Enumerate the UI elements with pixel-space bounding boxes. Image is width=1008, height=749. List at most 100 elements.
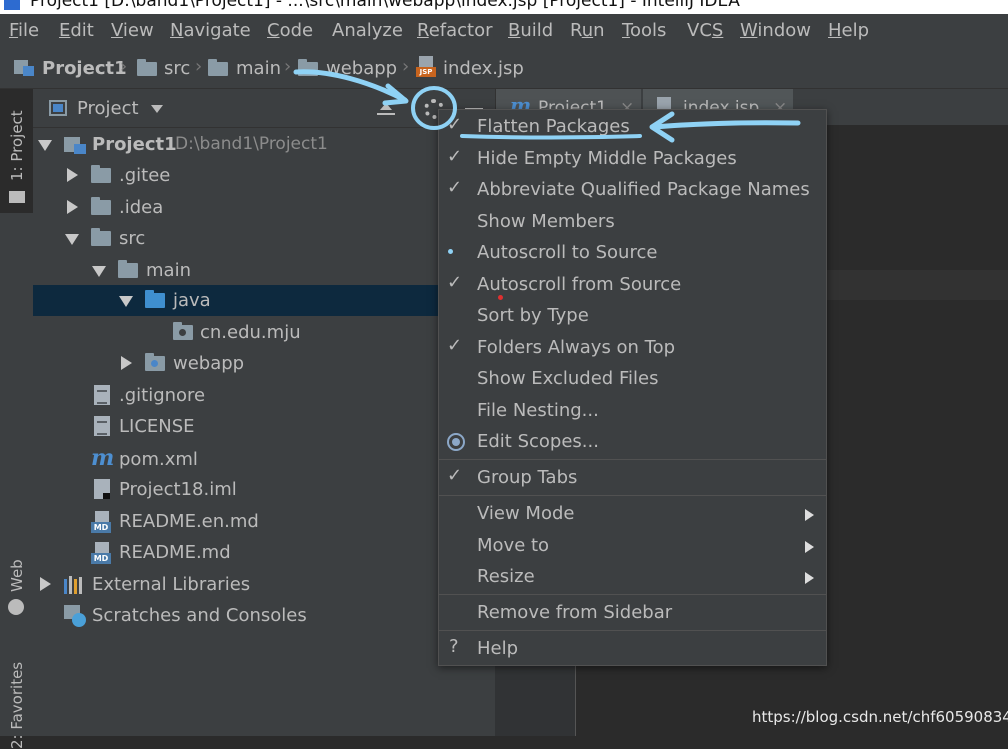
folder-icon bbox=[9, 191, 25, 203]
chevron-right-icon[interactable] bbox=[40, 577, 51, 591]
breadcrumb-chevron-icon: › bbox=[402, 56, 410, 77]
menu-item-group-tabs[interactable]: ✓ Group Tabs bbox=[439, 463, 826, 493]
menu-window[interactable]: Window bbox=[740, 20, 811, 41]
web-folder-icon bbox=[145, 353, 165, 371]
menu-item-show-excluded-files[interactable]: Show Excluded Files bbox=[439, 364, 826, 394]
tree-label: Project1 bbox=[92, 134, 177, 155]
folder-icon bbox=[91, 197, 111, 215]
menu-item-file-nesting[interactable]: File Nesting... bbox=[439, 396, 826, 426]
tree-label: main bbox=[146, 260, 191, 281]
tree-row-java[interactable]: java bbox=[33, 285, 495, 316]
project-view-title[interactable]: Project bbox=[77, 98, 139, 119]
menu-item-view-mode[interactable]: View Mode bbox=[439, 499, 826, 529]
watermark-url: https://blog.csdn.net/chf605908340 bbox=[752, 708, 1008, 726]
tree-row-iml[interactable]: Project18.iml bbox=[33, 474, 495, 505]
navigation-breadcrumb: Project1 › src › main › webapp › JSP ind… bbox=[0, 48, 1008, 89]
menu-refactor[interactable]: Refactor bbox=[417, 20, 493, 41]
menu-vcs[interactable]: VCS bbox=[687, 20, 723, 41]
menu-item-label: View Mode bbox=[477, 503, 575, 524]
left-tool-strip: 1: Project Web 2: Favorites bbox=[0, 89, 34, 749]
text-file-icon bbox=[94, 385, 110, 405]
menu-tools[interactable]: Tools bbox=[622, 20, 666, 41]
collapse-all-icon[interactable] bbox=[377, 101, 395, 117]
tree-row-external-libraries[interactable]: External Libraries bbox=[33, 569, 495, 600]
tree-label: webapp bbox=[173, 353, 245, 374]
tree-row-pom[interactable]: m pom.xml bbox=[33, 444, 495, 475]
menu-item-autoscroll-to-source[interactable]: Autoscroll to Source bbox=[439, 238, 826, 268]
menu-item-flatten-packages[interactable]: ✓ Flatten Packages bbox=[439, 112, 826, 142]
tree-row-package[interactable]: cn.edu.mju bbox=[33, 317, 495, 348]
chevron-right-icon[interactable] bbox=[67, 200, 78, 214]
folder-icon bbox=[118, 260, 138, 278]
tree-row-scratches[interactable]: Scratches and Consoles bbox=[33, 600, 495, 631]
tree-row-project1[interactable]: Project1 D:\band1\Project1 bbox=[33, 129, 495, 160]
submenu-arrow-icon bbox=[805, 541, 814, 553]
web-tool-tab[interactable]: Web bbox=[8, 559, 26, 592]
menu-item-show-members[interactable]: Show Members bbox=[439, 207, 826, 237]
tree-label: .idea bbox=[119, 197, 164, 218]
tree-row-webapp[interactable]: webapp bbox=[33, 348, 495, 379]
tree-row-gitignore[interactable]: .gitignore bbox=[33, 380, 495, 411]
chevron-down-icon[interactable] bbox=[151, 105, 163, 113]
menu-item-hide-empty-middle-packages[interactable]: ✓ Hide Empty Middle Packages bbox=[439, 144, 826, 174]
checkmark-icon: ✓ bbox=[447, 465, 463, 486]
menu-item-label: Folders Always on Top bbox=[477, 337, 676, 358]
menu-code[interactable]: Code bbox=[267, 20, 313, 41]
tree-row-idea[interactable]: .idea bbox=[33, 192, 495, 223]
chevron-right-icon[interactable] bbox=[121, 356, 132, 370]
menu-item-label: Show Members bbox=[477, 211, 615, 232]
menu-edit[interactable]: Edit bbox=[59, 20, 94, 41]
breadcrumb-file[interactable]: index.jsp bbox=[443, 58, 524, 79]
chevron-down-icon[interactable] bbox=[65, 234, 79, 245]
menu-item-resize[interactable]: Resize bbox=[439, 562, 826, 592]
menu-item-edit-scopes[interactable]: Edit Scopes... bbox=[439, 427, 826, 457]
menu-file[interactable]: File bbox=[9, 20, 39, 41]
breadcrumb-project[interactable]: Project1 bbox=[42, 58, 127, 79]
menu-view[interactable]: View bbox=[111, 20, 154, 41]
menu-item-folders-always-on-top[interactable]: ✓ Folders Always on Top bbox=[439, 333, 826, 363]
tree-label: README.en.md bbox=[119, 511, 259, 532]
chevron-down-icon[interactable] bbox=[38, 140, 52, 151]
folder-icon bbox=[298, 59, 318, 76]
submenu-arrow-icon bbox=[805, 509, 814, 521]
menu-item-label: Sort by Type bbox=[477, 305, 589, 326]
menu-item-sort-by-type[interactable]: Sort by Type bbox=[439, 295, 826, 331]
menu-item-help[interactable]: ? Help bbox=[439, 634, 826, 664]
tree-row-readme[interactable]: MD README.md bbox=[33, 537, 495, 568]
markdown-file-icon: MD bbox=[91, 542, 111, 564]
tree-label: cn.edu.mju bbox=[200, 322, 301, 343]
breadcrumb-src[interactable]: src bbox=[164, 58, 190, 79]
breadcrumb-webapp[interactable]: webapp bbox=[326, 58, 397, 79]
folder-icon bbox=[208, 59, 228, 76]
menu-separator bbox=[439, 495, 826, 496]
folder-icon bbox=[91, 165, 111, 183]
menu-item-autoscroll-from-source[interactable]: ✓ Autoscroll from Source bbox=[439, 270, 826, 300]
menu-build[interactable]: Build bbox=[508, 20, 553, 41]
intellij-app-icon bbox=[4, 0, 20, 10]
chevron-down-icon[interactable] bbox=[119, 296, 133, 307]
menu-item-remove-from-sidebar[interactable]: Remove from Sidebar bbox=[439, 598, 826, 628]
tree-row-main[interactable]: main bbox=[33, 255, 495, 286]
menu-run[interactable]: Run bbox=[570, 20, 605, 41]
menu-help[interactable]: Help bbox=[828, 20, 869, 41]
menu-separator bbox=[439, 594, 826, 595]
tree-label: Project18.iml bbox=[119, 479, 237, 500]
project-tool-tab[interactable]: 1: Project bbox=[0, 89, 33, 213]
breadcrumb-main[interactable]: main bbox=[236, 58, 281, 79]
tree-row-license[interactable]: LICENSE bbox=[33, 411, 495, 442]
menu-item-label: Resize bbox=[477, 566, 535, 587]
menu-item-label: Group Tabs bbox=[477, 467, 578, 488]
tree-row-readme-en[interactable]: MD README.en.md bbox=[33, 506, 495, 537]
menu-analyze[interactable]: Analyze bbox=[332, 20, 403, 41]
chevron-down-icon[interactable] bbox=[92, 266, 106, 277]
checkmark-icon: ✓ bbox=[447, 177, 463, 198]
menu-item-move-to[interactable]: Move to bbox=[439, 531, 826, 561]
breadcrumb-chevron-icon: › bbox=[120, 56, 128, 77]
markdown-file-icon: MD bbox=[91, 511, 111, 533]
tree-row-src[interactable]: src bbox=[33, 223, 495, 254]
menu-item-abbreviate-qualified-package-names[interactable]: ✓ Abbreviate Qualified Package Names bbox=[439, 175, 826, 205]
menu-separator bbox=[439, 459, 826, 460]
menu-navigate[interactable]: Navigate bbox=[170, 20, 251, 41]
tree-row-gitee[interactable]: .gitee bbox=[33, 160, 495, 191]
chevron-right-icon[interactable] bbox=[67, 168, 78, 182]
